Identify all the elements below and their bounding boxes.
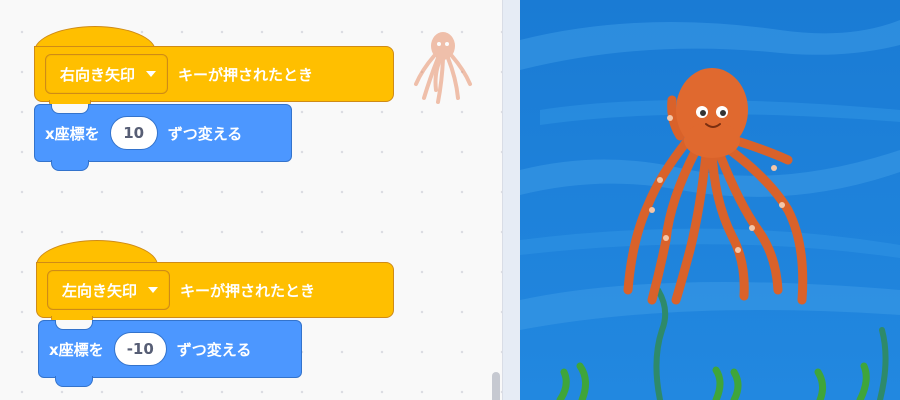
motion-block-suffix: ずつ変える: [176, 340, 252, 359]
workspace-scrollbar[interactable]: [492, 372, 500, 400]
panel-divider: [502, 0, 520, 400]
change-x-value: 10: [123, 124, 145, 142]
key-dropdown-label: 右向き矢印: [60, 65, 136, 84]
key-dropdown-label: 左向き矢印: [62, 281, 138, 300]
motion-block-prefix: x座標を: [45, 124, 100, 143]
octopus-sprite-icon: [414, 32, 472, 104]
change-x-value: -10: [126, 340, 154, 358]
key-dropdown-left[interactable]: 左向き矢印: [47, 270, 171, 310]
change-x-by-block-right[interactable]: x座標を 10 ずつ変える: [34, 104, 292, 171]
motion-block-suffix: ずつ変える: [167, 124, 243, 143]
caret-down-icon: [148, 287, 159, 293]
when-key-pressed-block-right[interactable]: 右向き矢印 キーが押されたとき: [34, 46, 394, 110]
when-key-pressed-block-left[interactable]: 左向き矢印 キーが押されたとき: [36, 262, 394, 326]
code-workspace[interactable]: 右向き矢印 キーが押されたとき x座標を 10 ずつ変える 左向き矢印 キーが押…: [0, 0, 502, 400]
change-x-value-input[interactable]: 10: [109, 116, 158, 150]
stage[interactable]: [520, 0, 900, 400]
caret-down-icon: [146, 71, 157, 77]
key-dropdown-right[interactable]: 右向き矢印: [45, 54, 169, 94]
event-block-text: キーが押されたとき: [180, 281, 316, 300]
motion-block-prefix: x座標を: [49, 340, 104, 359]
change-x-by-block-left[interactable]: x座標を -10 ずつ変える: [38, 320, 302, 387]
change-x-value-input[interactable]: -10: [113, 332, 167, 366]
event-block-text: キーが押されたとき: [178, 65, 314, 84]
